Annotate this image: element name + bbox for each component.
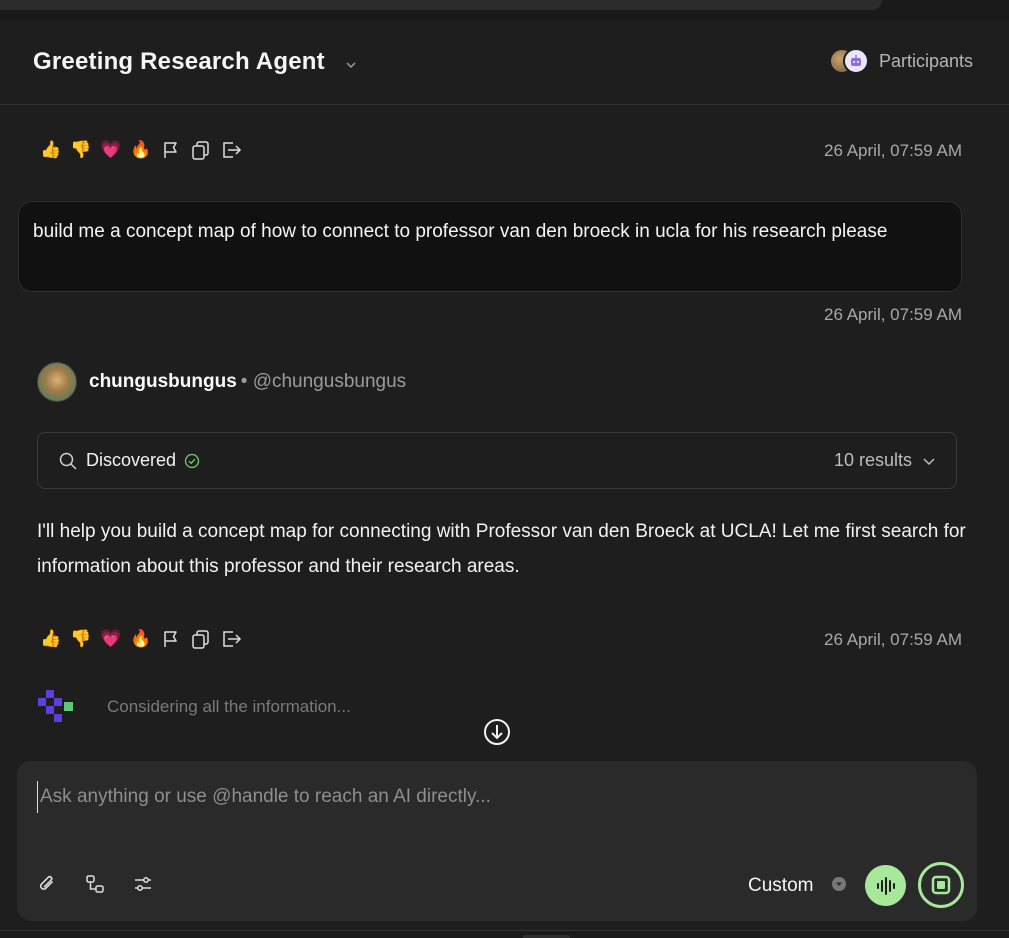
audio-wave-icon bbox=[876, 876, 895, 895]
chevron-down-icon[interactable] bbox=[344, 58, 358, 72]
user-message: build me a concept map of how to connect… bbox=[18, 201, 962, 292]
discovered-status: Discovered bbox=[58, 450, 200, 471]
flag-icon[interactable] bbox=[160, 139, 182, 161]
agent-handle: • @chungusbungus bbox=[240, 371, 407, 392]
chevron-down-icon bbox=[923, 457, 935, 465]
message-timestamp: 26 April, 07:59 AM bbox=[824, 630, 962, 649]
results-count: 10 results bbox=[833, 450, 912, 470]
discovered-panel[interactable]: Discovered 10 results bbox=[37, 432, 957, 489]
thumbs-down-icon[interactable]: 👎 bbox=[70, 140, 92, 160]
results-toggle[interactable]: 10 results bbox=[834, 450, 936, 471]
participants-label: Participants bbox=[878, 50, 973, 71]
discovered-label: Discovered bbox=[86, 450, 177, 470]
agent-name[interactable]: chungusbungus bbox=[89, 371, 237, 393]
thumbs-up-icon[interactable]: 👍 bbox=[40, 140, 62, 160]
caret-down-icon[interactable] bbox=[832, 877, 846, 891]
workflow-icon[interactable] bbox=[85, 873, 105, 895]
stop-button[interactable] bbox=[918, 862, 964, 908]
robot-icon bbox=[850, 55, 861, 66]
share-icon[interactable] bbox=[220, 628, 242, 650]
fire-icon[interactable]: 🔥 bbox=[130, 629, 152, 649]
chat-title[interactable]: Greeting Research Agent bbox=[33, 48, 325, 76]
loading-pixels-icon bbox=[38, 690, 73, 722]
message-timestamp: 26 April, 07:59 AM bbox=[824, 305, 962, 324]
flag-icon[interactable] bbox=[160, 628, 182, 650]
share-icon[interactable] bbox=[220, 139, 242, 161]
check-circle-icon bbox=[184, 453, 200, 468]
sliders-icon[interactable] bbox=[133, 873, 153, 895]
reaction-bar: 👍 👎 💗 🔥 bbox=[40, 628, 242, 650]
scroll-down-icon[interactable] bbox=[483, 718, 511, 746]
thumbs-down-icon[interactable]: 👎 bbox=[70, 629, 92, 649]
mode-selector-label[interactable]: Custom bbox=[748, 875, 813, 897]
thinking-indicator: Considering all the information... bbox=[38, 690, 351, 724]
composer-tools bbox=[37, 873, 153, 895]
search-icon bbox=[59, 452, 77, 470]
thumbs-up-icon[interactable]: 👍 bbox=[40, 629, 62, 649]
heart-icon[interactable]: 💗 bbox=[100, 140, 122, 160]
message-input[interactable] bbox=[37, 781, 937, 813]
thinking-text: Considering all the information... bbox=[107, 697, 351, 716]
address-bar bbox=[0, 0, 882, 10]
reaction-bar: 👍 👎 💗 🔥 bbox=[40, 139, 242, 161]
message-timestamp: 26 April, 07:59 AM bbox=[824, 141, 962, 160]
heart-icon[interactable]: 💗 bbox=[100, 629, 122, 649]
agent-message-header: chungusbungus • @chungusbungus bbox=[37, 362, 406, 402]
message-composer: Custom bbox=[17, 761, 977, 921]
participants-button[interactable]: Participants bbox=[828, 48, 973, 74]
agent-avatar[interactable] bbox=[37, 362, 77, 402]
window-top-bar bbox=[0, 0, 1009, 20]
bot-avatar bbox=[842, 48, 869, 74]
fire-icon[interactable]: 🔥 bbox=[130, 140, 152, 160]
voice-input-button[interactable] bbox=[865, 865, 906, 906]
copy-icon[interactable] bbox=[190, 628, 212, 650]
stop-icon bbox=[931, 875, 951, 895]
copy-icon[interactable] bbox=[190, 139, 212, 161]
agent-message: I'll help you build a concept map for co… bbox=[37, 521, 966, 577]
paperclip-icon[interactable] bbox=[37, 873, 57, 895]
chat-header: Greeting Research Agent Participants bbox=[0, 20, 1009, 105]
window-bottom-bar bbox=[0, 930, 1009, 938]
participant-avatars bbox=[828, 48, 871, 74]
